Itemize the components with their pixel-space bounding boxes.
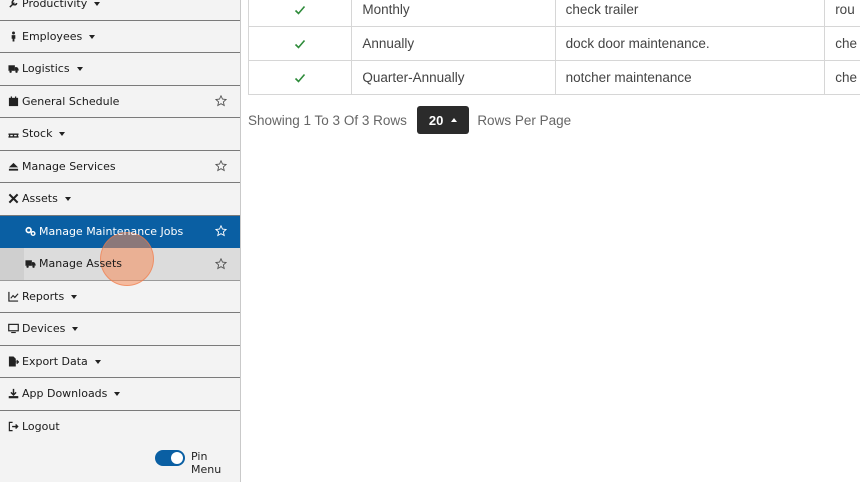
nav-item-app-downloads[interactable]: App Downloads: [0, 378, 240, 411]
description-cell: notcher maintenance: [554, 60, 826, 95]
nav-item-general-schedule[interactable]: General Schedule: [0, 85, 240, 118]
pallet-icon: [7, 128, 19, 140]
nav-label: Assets: [22, 192, 58, 206]
nav-label: Logistics: [22, 62, 70, 76]
nav-label: Manage Maintenance Jobs: [39, 224, 184, 238]
nav-label: App Downloads: [22, 387, 108, 401]
table-row[interactable]: Annually dock door maintenance. che: [247, 26, 860, 61]
nav-label: Reports: [22, 289, 65, 303]
caret-down-icon: [64, 197, 71, 202]
nav-item-reports[interactable]: Reports: [0, 280, 240, 313]
caret-down-icon: [59, 132, 66, 137]
star-icon[interactable]: [214, 159, 228, 172]
nav-item-employees[interactable]: Employees: [0, 20, 240, 53]
status-cell: [247, 0, 353, 27]
nav-label: General Schedule: [22, 94, 120, 108]
table-row[interactable]: Monthly check trailer rou: [247, 0, 860, 27]
calendar-icon: [7, 95, 19, 107]
caret-down-icon: [76, 67, 83, 72]
showing-rows-text: Showing 1 To 3 Of 3 Rows: [248, 112, 407, 128]
star-icon[interactable]: [214, 257, 228, 270]
person-icon: [7, 30, 19, 42]
frequency-cell: Monthly: [351, 0, 556, 27]
status-cell: [247, 60, 353, 95]
rows-per-page-label: Rows Per Page: [477, 112, 572, 128]
monitor-icon: [7, 323, 19, 335]
logout-icon: [7, 420, 19, 432]
download-icon: [7, 388, 19, 400]
extra-cell: che: [824, 60, 860, 95]
caret-up-icon: [451, 118, 458, 122]
nav-item-logistics[interactable]: Logistics: [0, 53, 240, 86]
nav-item-stock[interactable]: Stock: [0, 118, 240, 151]
nav-label: Export Data: [22, 354, 88, 368]
nav-label: Stock: [22, 127, 53, 141]
rows-per-page-dropdown[interactable]: 20: [416, 106, 470, 134]
nav-label: Devices: [22, 322, 66, 336]
cogs-icon: [24, 225, 36, 237]
star-icon[interactable]: [214, 224, 228, 237]
frequency-cell: Annually: [351, 26, 556, 61]
caret-down-icon: [71, 294, 78, 299]
tools-icon: [7, 193, 19, 205]
star-icon[interactable]: [214, 94, 228, 107]
toggle-knob: [171, 452, 183, 464]
caret-down-icon: [94, 2, 101, 7]
maintenance-jobs-table: Monthly check trailer rou Annually dock …: [247, 0, 860, 95]
check-icon: [294, 70, 306, 85]
description-cell: dock door maintenance.: [554, 26, 826, 61]
nav-item-devices[interactable]: Devices: [0, 313, 240, 346]
rows-per-page-value: 20: [428, 112, 444, 128]
truck-icon: [24, 258, 36, 270]
caret-down-icon: [94, 359, 101, 364]
check-icon: [294, 2, 306, 17]
nav-item-logout[interactable]: Logout: [0, 410, 240, 443]
nav-label: Manage Assets: [39, 257, 122, 271]
table-row[interactable]: Quarter-Annually notcher maintenance che: [247, 60, 860, 95]
wrench-icon: [7, 0, 19, 10]
pin-menu: Pin Menu: [0, 441, 240, 482]
nav-item-manage-services[interactable]: Manage Services: [0, 150, 240, 183]
caret-down-icon: [114, 392, 121, 397]
eject-icon: [7, 160, 19, 172]
export-file-icon: [7, 355, 19, 367]
pin-menu-label: Pin Menu: [191, 450, 222, 476]
truck-icon: [7, 63, 19, 75]
nav-item-export-data[interactable]: Export Data: [0, 345, 240, 378]
extra-cell: che: [824, 26, 860, 61]
caret-down-icon: [72, 327, 79, 332]
nav-item-productivity[interactable]: Productivity: [0, 0, 240, 21]
check-icon: [294, 36, 306, 51]
extra-cell: rou: [824, 0, 860, 27]
nav-label: Logout: [22, 419, 60, 433]
description-cell: check trailer: [554, 0, 826, 27]
chart-icon: [7, 290, 19, 302]
nav-item-assets[interactable]: Assets: [0, 183, 240, 216]
nav-label: Productivity: [22, 0, 88, 11]
pin-menu-toggle[interactable]: [155, 450, 185, 466]
frequency-cell: Quarter-Annually: [351, 60, 556, 95]
caret-down-icon: [89, 34, 96, 39]
pagination: Showing 1 To 3 Of 3 Rows 20 Rows Per Pag…: [248, 106, 571, 134]
nav-label: Manage Services: [22, 159, 116, 173]
nav-label: Employees: [22, 29, 83, 43]
status-cell: [247, 26, 353, 61]
